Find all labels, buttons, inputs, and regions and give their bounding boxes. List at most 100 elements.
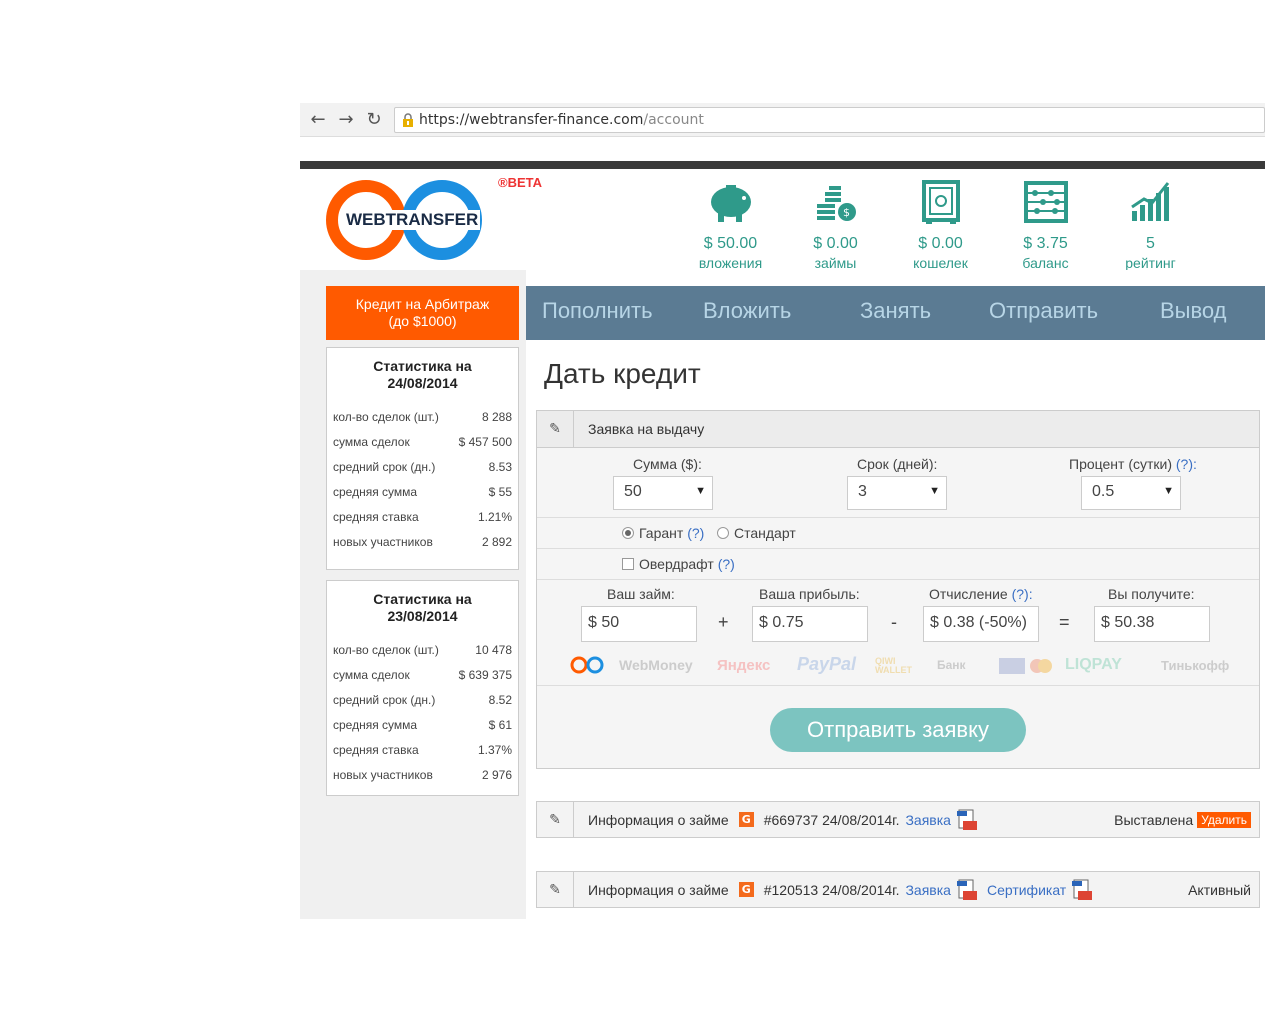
menu-borrow[interactable]: Занять <box>860 298 931 324</box>
address-bar[interactable]: https://webtransfer-finance.com/account <box>394 106 1265 133</box>
bookmarks-bar <box>300 137 1265 161</box>
stat-value: $ 3.75 <box>1023 235 1068 252</box>
tinkoff-logo: Тинькофф <box>1161 658 1230 673</box>
stat-balance[interactable]: $ 3.75 баланс <box>993 175 1098 271</box>
safe-icon <box>888 175 993 229</box>
request-link[interactable]: Заявка <box>905 812 950 828</box>
promo-line2: (до $1000) <box>388 313 457 329</box>
submit-request-button[interactable]: Отправить заявку <box>770 708 1026 752</box>
loan-number: #120513 24/08/2014г. <box>763 881 900 898</box>
content: Пополнить Вложить Занять Отправить Вывод… <box>526 270 1265 919</box>
menu-send[interactable]: Отправить <box>989 298 1098 324</box>
menu-withdraw[interactable]: Вывод <box>1160 298 1227 324</box>
dropdown-arrow-icon: ▼ <box>1163 485 1174 497</box>
divider <box>537 548 1259 549</box>
webtransfer-logo[interactable]: WEBTRANSFER ®BETA <box>324 175 542 265</box>
piggy-bank-icon <box>678 175 783 229</box>
stats-row: новых участников 2 976 <box>333 767 512 782</box>
webtransfer-pay-icon <box>569 655 605 680</box>
loan-field[interactable]: $ 50 <box>581 606 697 642</box>
panel-title: Заявка на выдачу <box>588 421 705 437</box>
radio-icon[interactable] <box>717 527 729 540</box>
loan-status: Активный <box>1188 881 1251 898</box>
stats-row: кол-во сделок (шт.) 10 478 <box>333 642 512 657</box>
deduction-label: Отчисление (?): <box>929 586 1033 602</box>
stat-loans[interactable]: $ $ 0.00 займы <box>783 175 888 271</box>
amount-select[interactable]: 50 ▼ <box>613 476 713 510</box>
promo-line1: Кредит на Арбитраж <box>355 296 490 312</box>
pencil-icon[interactable]: ✎ <box>537 871 574 908</box>
guarantee-badge: G <box>738 812 754 827</box>
stat-value: 5 <box>1146 235 1155 252</box>
forward-icon[interactable]: → <box>332 106 360 134</box>
dropdown-arrow-icon: ▼ <box>929 485 940 497</box>
visa-mastercard-icon <box>999 657 1055 680</box>
deduction-field[interactable]: $ 0.38 (-50%) <box>923 606 1039 642</box>
guarantee-option[interactable]: Гарант (?) <box>622 525 704 541</box>
url-host: https://webtransfer-finance.com <box>419 111 644 128</box>
receive-field[interactable]: $ 50.38 <box>1094 606 1210 642</box>
pencil-icon[interactable]: ✎ <box>537 801 574 838</box>
stat-investments[interactable]: $ 50.00 вложения <box>678 175 783 271</box>
stat-label: вложения <box>698 255 763 271</box>
stat-rating[interactable]: 5 рейтинг <box>1098 175 1203 271</box>
reload-icon[interactable]: ↻ <box>360 106 388 134</box>
percent-label: Процент (сутки) (?): <box>1069 456 1197 472</box>
menu-invest[interactable]: Вложить <box>703 298 791 324</box>
request-link[interactable]: Заявка <box>905 882 950 898</box>
delete-button[interactable]: Удалить <box>1197 811 1251 828</box>
stats-row: кол-во сделок (шт.) 8 288 <box>333 409 512 424</box>
growth-chart-icon <box>1098 175 1203 229</box>
menu-deposit[interactable]: Пополнить <box>542 298 653 324</box>
plus-sign: + <box>718 612 729 632</box>
stats-box-yesterday: Статистика на 23/08/2014 кол-во сделок (ш… <box>326 580 519 796</box>
pencil-icon[interactable]: ✎ <box>537 410 574 448</box>
arbitrage-credit-button[interactable]: Кредит на Арбитраж (до $1000) <box>326 286 519 340</box>
site-header: WEBTRANSFER ®BETA $ 50.00 вложения $ $ 0… <box>300 169 1265 273</box>
back-icon[interactable]: ← <box>304 106 332 134</box>
header-stats: $ 50.00 вложения $ $ 0.00 займы $ 0.00 к… <box>678 175 1203 271</box>
coins-icon: $ <box>783 175 888 229</box>
divider <box>300 161 1265 169</box>
guarantee-badge: G <box>738 882 754 897</box>
percent-select[interactable]: 0.5 ▼ <box>1081 476 1181 510</box>
certificate-link[interactable]: Сертификат <box>987 882 1066 898</box>
stats-title: Статистика на 24/08/2014 <box>373 358 472 391</box>
liqpay-logo: LIQPAY <box>1065 656 1122 673</box>
profit-field[interactable]: $ 0.75 <box>752 606 868 642</box>
stat-wallet[interactable]: $ 0.00 кошелек <box>888 175 993 271</box>
divider <box>537 517 1259 518</box>
stats-title: Статистика на 23/08/2014 <box>373 591 472 624</box>
loan-number: #669737 24/08/2014г. <box>763 811 900 828</box>
equals-sign: = <box>1059 612 1070 632</box>
page-title: Дать кредит <box>544 358 701 389</box>
main-area: Кредит на Арбитраж (до $1000) Статистика… <box>300 270 1265 919</box>
qiwi-logo: QIWI WALLET <box>875 656 912 675</box>
stats-row: сумма сделок $ 457 500 <box>333 434 512 449</box>
stat-label: кошелек <box>913 255 968 271</box>
abacus-icon <box>993 175 1098 229</box>
stat-value: $ 0.00 <box>918 235 963 252</box>
divider <box>537 579 1259 580</box>
stats-row: новых участников 2 892 <box>333 534 512 549</box>
term-select[interactable]: 3 ▼ <box>847 476 947 510</box>
pdf-document-icon[interactable] <box>1072 879 1093 901</box>
url-path: /account <box>643 111 704 128</box>
stats-row: средняя сумма $ 61 <box>333 717 512 732</box>
loan-info-row: ✎ Информация о займе G #120513 24/08/201… <box>536 871 1260 908</box>
webmoney-logo: WebMoney <box>619 657 693 673</box>
svg-text:$: $ <box>843 206 850 219</box>
loan-info-row: ✎ Информация о займе G #669737 24/08/201… <box>536 801 1260 838</box>
pdf-document-icon[interactable] <box>956 879 977 901</box>
radio-icon[interactable] <box>622 527 634 540</box>
payment-methods: WebMoney Яндекс PayPal QIWI WALLET Банк … <box>537 647 1259 685</box>
receive-label: Вы получите: <box>1108 586 1195 602</box>
standard-option[interactable]: Стандарт <box>717 525 796 541</box>
pdf-document-icon[interactable] <box>956 809 977 831</box>
minus-sign: - <box>891 612 897 632</box>
beta-badge: ®BETA <box>498 175 543 190</box>
loan-info-label: Информация о займе <box>588 881 729 898</box>
checkbox-icon[interactable] <box>622 558 634 571</box>
divider <box>537 685 1259 686</box>
overdraft-option[interactable]: Овердрафт (?) <box>622 556 735 572</box>
